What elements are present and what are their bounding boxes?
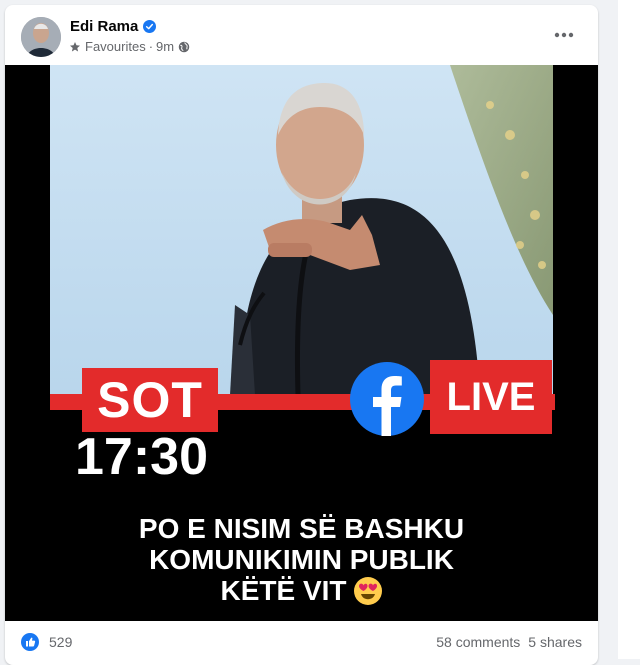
globe-icon <box>178 41 190 52</box>
broadcast-time: 17:30 <box>75 428 208 486</box>
headline-line-1: PO E NISIM SË BASHKU <box>138 513 465 544</box>
post-meta: Favourites · 9m <box>69 39 190 54</box>
headline-line-3-text: KËTË VIT <box>220 575 347 606</box>
like-reaction-icon <box>21 633 39 651</box>
author-row: Edi Rama <box>70 18 157 35</box>
sot-label: SOT <box>82 368 218 432</box>
verified-badge-icon <box>143 20 157 33</box>
star-icon <box>70 41 80 51</box>
headline-line-2: KOMUNIKIMIN PUBLIK <box>149 544 454 575</box>
post-footer: 529 58 comments 5 shares <box>5 621 598 661</box>
speaker-photo <box>50 65 553 395</box>
comments-count-link[interactable]: 58 comments <box>436 634 520 650</box>
more-options-button[interactable] <box>546 23 582 47</box>
heart-eyes-emoji-icon <box>353 577 382 605</box>
image-headline: PO E NISIM SË BASHKU KOMUNIKIMIN PUBLIK … <box>5 513 598 606</box>
meta-separator: · <box>148 39 154 54</box>
reaction-count: 529 <box>49 634 73 650</box>
author-name[interactable]: Edi Rama <box>70 18 138 35</box>
facebook-logo-icon <box>350 362 424 436</box>
reactions-summary[interactable]: 529 <box>21 633 72 651</box>
headline-line-3: KËTË VIT <box>5 575 598 606</box>
more-dots-icon <box>554 32 574 38</box>
engagement-stats: 58 comments 5 shares <box>436 634 582 650</box>
feed-post: Edi Rama Favourites · 9m SOT LIVE 17:30 … <box>5 5 598 665</box>
live-label: LIVE <box>430 360 552 434</box>
page-background-edge <box>618 0 640 659</box>
shares-count-link[interactable]: 5 shares <box>528 634 582 650</box>
post-image[interactable]: SOT LIVE 17:30 PO E NISIM SË BASHKU KOMU… <box>5 65 598 621</box>
audience-label[interactable]: Favourites <box>85 39 146 54</box>
post-time[interactable]: 9m <box>156 39 174 54</box>
author-avatar[interactable] <box>21 17 61 57</box>
post-header: Edi Rama Favourites · 9m <box>5 5 598 65</box>
